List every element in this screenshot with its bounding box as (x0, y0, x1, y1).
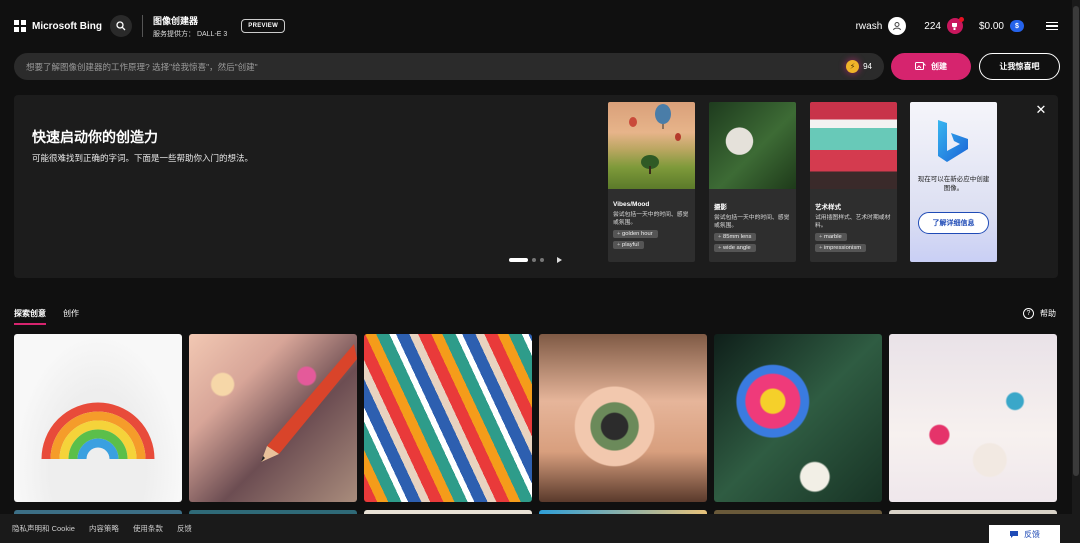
idea-card-photography[interactable]: 摄影 尝试包括一天中的时间、感觉或氛围。 85mm lens wide angl… (709, 102, 796, 262)
username[interactable]: rwash (856, 21, 883, 32)
tag-button[interactable]: 85mm lens (714, 233, 757, 241)
tag-button[interactable]: wide angle (714, 244, 756, 252)
footer-link-content-policy[interactable]: 内容策略 (89, 523, 119, 534)
help-label: 帮助 (1040, 309, 1056, 318)
card-description: 尝试包括一天中的时间、感觉或氛围。 (613, 212, 689, 226)
app-subtitle: 服务提供方： DALL-E 3 (153, 30, 228, 38)
footer: 隐私声明和 Cookie 内容策略 使用条款 反馈 (0, 514, 1080, 543)
tab-creations[interactable]: 创作 (63, 308, 79, 325)
rewards-points[interactable]: 224 (924, 21, 941, 32)
scrollbar-thumb[interactable] (1073, 6, 1079, 476)
boost-icon: ⚡ (846, 60, 860, 73)
card-title: 摄影 (714, 204, 727, 211)
header-divider (142, 15, 143, 37)
boost-count: 94 (863, 62, 872, 71)
tag-button[interactable]: impressionism (815, 244, 867, 252)
promo-text: 现在可以在新必应中创建图像。 (917, 176, 990, 192)
bing-logo-icon (938, 120, 968, 162)
preview-badge: PREVIEW (241, 19, 286, 33)
create-icon (915, 62, 926, 70)
gallery-tabs: 探索创意 创作 (14, 308, 79, 325)
gallery-tile-splash[interactable] (889, 334, 1057, 502)
create-label: 创建 (931, 62, 947, 71)
card-image-gas-station (810, 102, 897, 189)
pencil-illustration (261, 344, 357, 462)
menu-icon[interactable] (1046, 21, 1058, 31)
carousel-dots (509, 257, 562, 263)
rainbow-illustration (41, 402, 155, 460)
carousel-dot[interactable] (540, 258, 544, 262)
bing-promo-card: 现在可以在新必应中创建图像。 了解详细信息 (910, 102, 997, 262)
bing-logo[interactable]: Microsoft Bing (14, 20, 102, 32)
quick-start-panel: 快速启动你的创造力 可能很难找到正确的字词。下面是一些帮助你入门的想法。 Vib… (14, 95, 1058, 278)
card-title: Vibes/Mood (613, 201, 650, 208)
play-icon[interactable] (557, 257, 562, 263)
gallery-tile-ribbons[interactable] (364, 334, 532, 502)
feedback-icon (1010, 530, 1018, 538)
brand-name: Microsoft Bing (32, 20, 102, 32)
footer-link-privacy[interactable]: 隐私声明和 Cookie (12, 523, 75, 534)
search-icon (116, 21, 126, 31)
help-link[interactable]: ? 帮助 (1023, 308, 1056, 319)
gallery-tile-eye[interactable] (539, 334, 707, 502)
surprise-me-button[interactable]: 让我惊喜吧 (979, 53, 1060, 80)
notification-dot (958, 17, 964, 22)
card-image-statue (709, 102, 796, 189)
feedback-label: 反馈 (1024, 529, 1040, 539)
scrollbar[interactable] (1072, 0, 1080, 543)
close-icon[interactable]: ✕ (1034, 103, 1048, 117)
header-right: rwash 224 $0.00 $ (856, 17, 1058, 35)
carousel-dot[interactable] (532, 258, 536, 262)
create-button[interactable]: 创建 (891, 53, 971, 80)
prompt-input[interactable]: 想要了解图像创建器的工作原理? 选择"给我惊喜"，然后"创建" ⚡ 94 (14, 53, 884, 80)
carousel-dot-active[interactable] (509, 258, 528, 262)
avatar[interactable] (888, 17, 907, 35)
gallery-tile-rainbow[interactable] (14, 334, 182, 502)
app-title-block: 图像创建器 服务提供方： DALL-E 3 (153, 14, 227, 39)
prompt-placeholder: 想要了解图像创建器的工作原理? 选择"给我惊喜"，然后"创建" (26, 61, 258, 72)
gallery-tile-pencil[interactable] (189, 334, 357, 502)
feedback-button[interactable]: 反馈 (989, 525, 1060, 543)
tag-button[interactable]: golden hour (613, 230, 658, 238)
app-title: 图像创建器 (153, 15, 199, 26)
user-icon (893, 22, 902, 31)
rewards-icon[interactable] (946, 17, 964, 34)
hero-title: 快速启动你的创造力 (32, 129, 158, 145)
help-icon: ? (1023, 308, 1034, 319)
tag-button[interactable]: playful (613, 241, 644, 249)
dollar-icon: $ (1010, 20, 1024, 32)
balance[interactable]: $0.00 (979, 21, 1004, 32)
windows-logo-icon (14, 20, 26, 32)
footer-link-feedback[interactable]: 反馈 (177, 523, 192, 534)
hero-description: 可能很难找到正确的字词。下面是一些帮助你入门的想法。 (32, 153, 254, 163)
trophy-icon (952, 22, 958, 30)
learn-more-button[interactable]: 了解详细信息 (918, 212, 989, 234)
gallery-tile-butterfly[interactable] (714, 334, 882, 502)
idea-card-vibes[interactable]: Vibes/Mood 尝试包括一天中的时间、感觉或氛围。 golden hour… (608, 102, 695, 262)
tag-button[interactable]: marble (815, 233, 847, 241)
boost-counter[interactable]: ⚡ 94 (846, 60, 872, 73)
card-image-balloons (608, 102, 695, 189)
tab-explore[interactable]: 探索创意 (14, 308, 46, 325)
footer-link-terms[interactable]: 使用条款 (133, 523, 163, 534)
card-description: 试用插图样式、艺术时期或材料。 (815, 215, 891, 229)
search-button[interactable] (110, 15, 132, 37)
balloons-illustration (629, 104, 681, 174)
card-description: 尝试包括一天中的时间、感觉或氛围。 (714, 215, 790, 229)
top-header: Microsoft Bing 图像创建器 服务提供方： DALL-E 3 PRE… (0, 0, 1072, 52)
idea-card-art-style[interactable]: 艺术样式 试用插图样式、艺术时期或材料。 marble impressionis… (810, 102, 897, 262)
card-title: 艺术样式 (815, 204, 841, 211)
